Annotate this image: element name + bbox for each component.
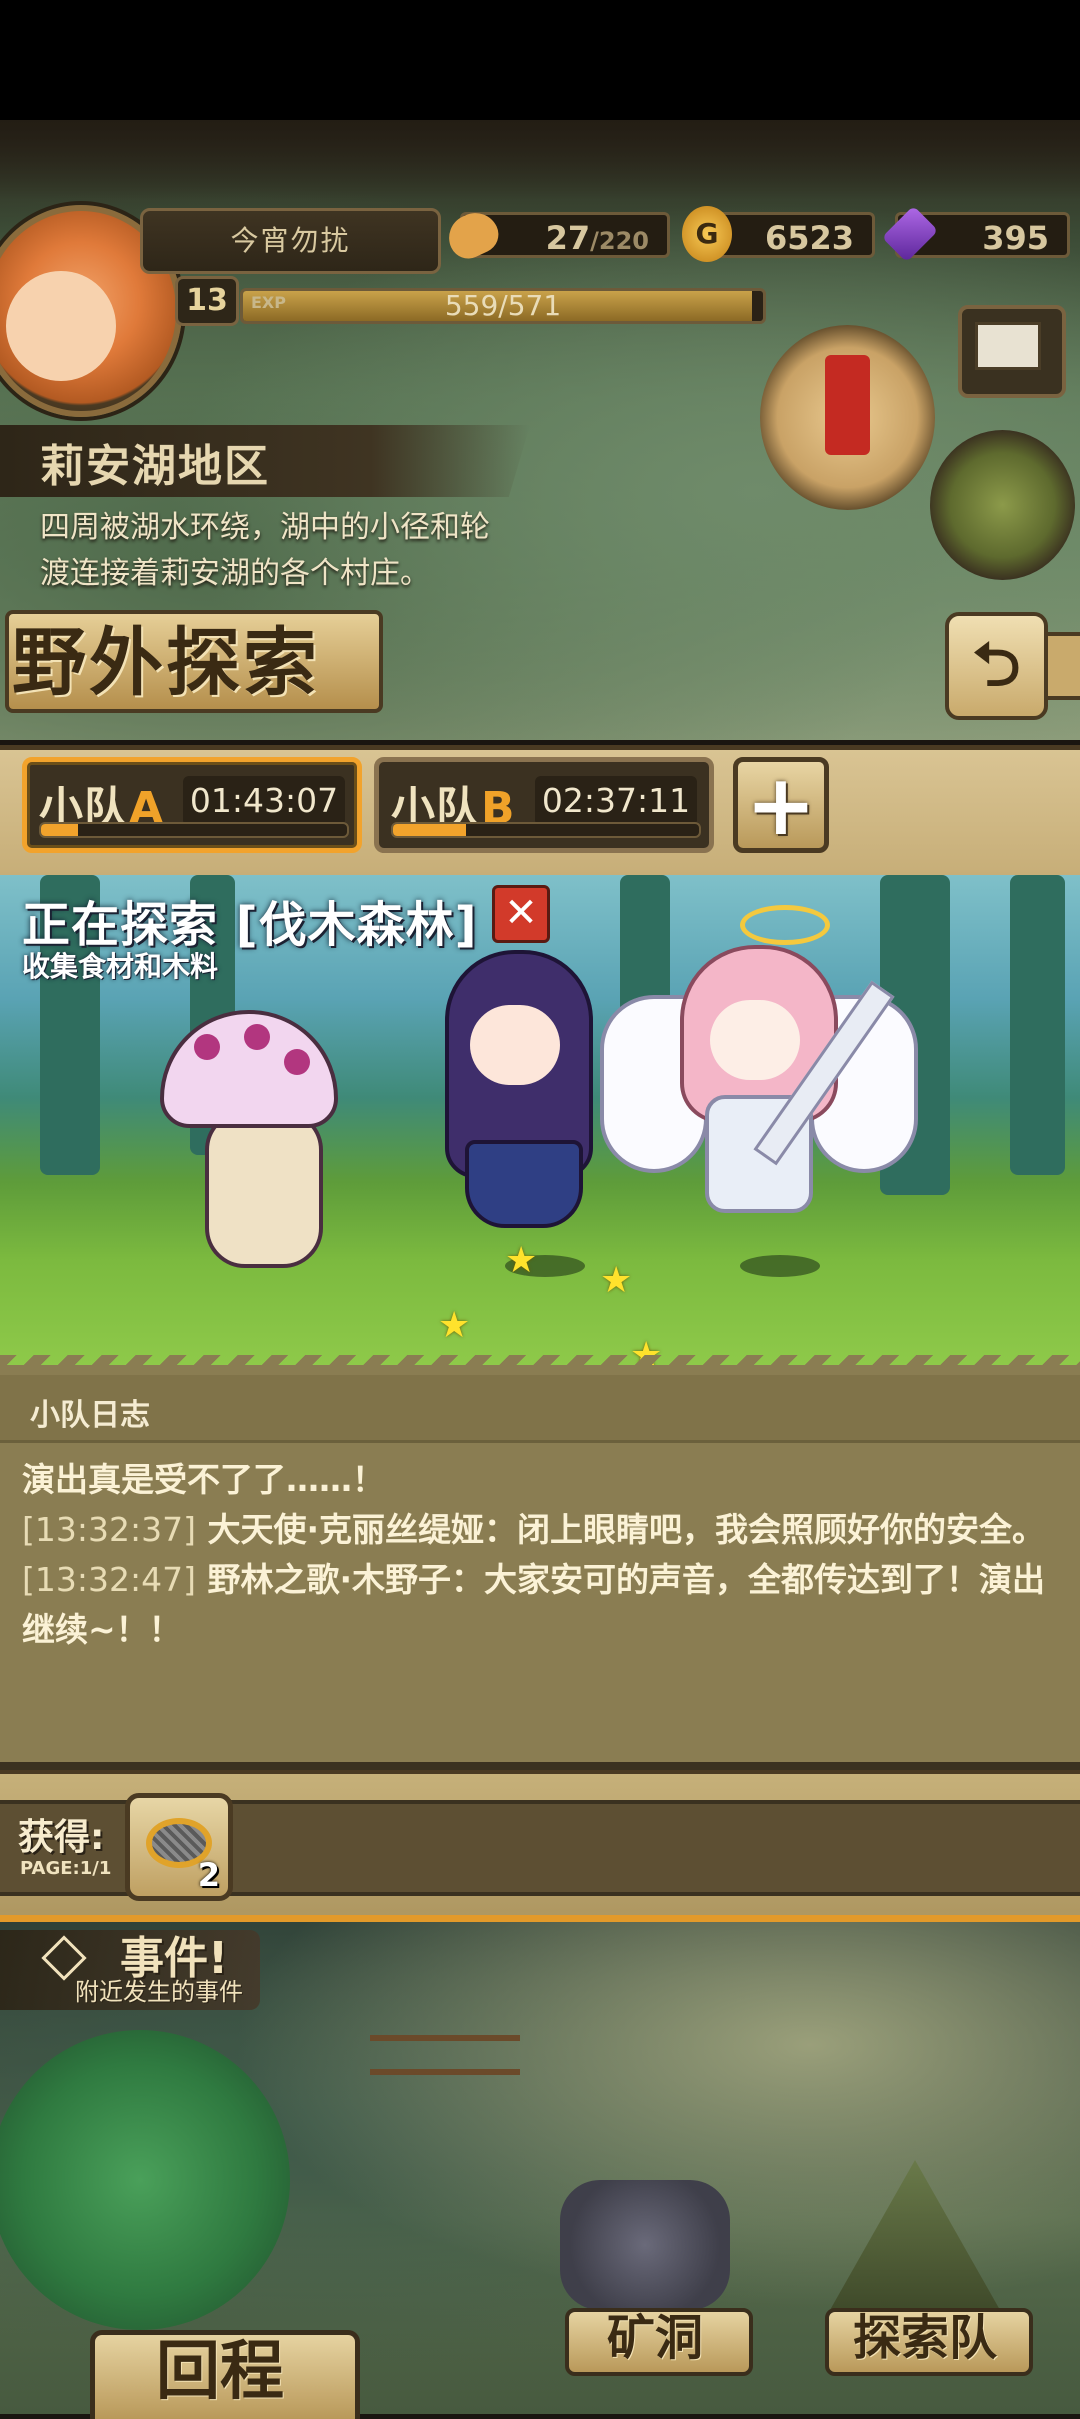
log-entry: 演出真是受不了了……！ xyxy=(22,1455,1052,1505)
team-progress-bar xyxy=(391,822,701,838)
gold-coin-icon: G xyxy=(682,206,732,262)
stamina-cap: /220 xyxy=(590,227,649,255)
angel-character xyxy=(600,905,918,1225)
team-log-title: 小队日志 xyxy=(30,1398,150,1433)
team-progress-fill xyxy=(393,824,467,836)
top-shade xyxy=(0,120,1080,200)
region-description: 四周被湖水环绕，湖中的小径和轮 渡连接着莉安湖的各个村庄。 xyxy=(40,505,580,597)
exp-value: 559/571 xyxy=(444,289,562,322)
character-face xyxy=(710,1000,800,1080)
log-timestamp: [13:32:47] xyxy=(22,1560,196,1599)
event-subtitle: 附近发生的事件 xyxy=(75,1978,243,2006)
mine-landmark[interactable] xyxy=(560,2180,730,2310)
status-bar xyxy=(0,0,1080,120)
envelope-icon xyxy=(975,322,1041,370)
obtained-label: 获得: xyxy=(18,1817,105,1858)
mushroom-girl-body xyxy=(205,1110,323,1268)
mushroom-cap xyxy=(160,1010,338,1128)
obtained-item-slot[interactable]: 2 xyxy=(125,1793,233,1901)
star-icon: ★ xyxy=(505,1240,538,1281)
obtained-page-indicator: PAGE:1/1 xyxy=(20,1858,112,1879)
team-progress-fill xyxy=(41,824,78,836)
star-icon: ★ xyxy=(600,1260,633,1301)
cap-spot xyxy=(244,1024,270,1050)
team-progress-bar xyxy=(39,822,349,838)
add-team-button[interactable]: + xyxy=(733,757,829,853)
team-timer: 01:43:07 xyxy=(183,776,345,826)
page-title: 野外探索 xyxy=(12,620,320,706)
big-tree-landmark[interactable] xyxy=(0,2030,290,2330)
tab-team-b[interactable]: 小队B 02:37:11 xyxy=(374,757,714,853)
forest-tree xyxy=(1010,875,1065,1175)
log-timestamp: [13:32:37] xyxy=(22,1510,196,1549)
mushroom-girl-character xyxy=(160,1010,390,1280)
log-entry: [13:32:47] 野林之歌·木野子：大家安可的声音，全都传达到了！演出继续~… xyxy=(22,1555,1052,1655)
character-dress xyxy=(465,1140,583,1228)
stamina-value: 27 xyxy=(545,219,591,257)
team-timer: 02:37:11 xyxy=(535,776,697,826)
character-face xyxy=(470,1005,560,1085)
log-torn-edge xyxy=(0,1355,1080,1377)
level-badge: 13 xyxy=(175,276,239,326)
region-description-line: 渡连接着莉安湖的各个村庄。 xyxy=(40,556,430,591)
return-button[interactable]: 回程 xyxy=(90,2330,350,2414)
log-entry: [13:32:37] 大天使·克丽丝缇娅：闭上眼睛吧，我会照顾好你的安全。 xyxy=(22,1505,1052,1555)
halo-icon xyxy=(740,905,830,945)
log-bottom-edge xyxy=(0,1762,1080,1770)
region-description-line: 四周被湖水环绕，湖中的小径和轮 xyxy=(40,510,490,545)
character-shadow xyxy=(740,1255,820,1277)
backpack-button[interactable] xyxy=(930,430,1075,580)
team-log-header xyxy=(0,1375,1080,1443)
item-quantity: 2 xyxy=(197,1856,220,1894)
exp-bar: EXP 559/571 xyxy=(240,288,766,324)
team-log-body: 演出真是受不了了……！ [13:32:37] 大天使·克丽丝缇娅：闭上眼睛吧，我… xyxy=(22,1455,1052,1655)
tab-team-a[interactable]: 小队A 01:43:07 xyxy=(22,757,362,853)
back-button[interactable]: ⮌ xyxy=(945,612,1048,720)
log-text: 大天使·克丽丝缇娅：闭上眼睛吧，我会照顾好你的安全。 xyxy=(195,1510,1045,1549)
cap-spot xyxy=(194,1034,220,1060)
dark-haired-girl-character xyxy=(425,930,605,1228)
player-name: 今宵勿扰 xyxy=(140,208,441,274)
log-text: 演出真是受不了了……！ xyxy=(22,1460,385,1499)
mine-button[interactable]: 矿洞 xyxy=(565,2308,745,2368)
fence-decoration xyxy=(370,2035,520,2075)
star-icon: ★ xyxy=(438,1305,471,1346)
quest-alert-icon xyxy=(825,355,870,455)
region-name: 莉安湖地区 xyxy=(40,441,270,492)
cap-spot xyxy=(284,1049,310,1075)
expedition-team-button[interactable]: 探索队 xyxy=(825,2308,1025,2368)
avatar-face xyxy=(6,271,116,381)
exploring-subtitle: 收集食材和木料 xyxy=(22,950,219,983)
